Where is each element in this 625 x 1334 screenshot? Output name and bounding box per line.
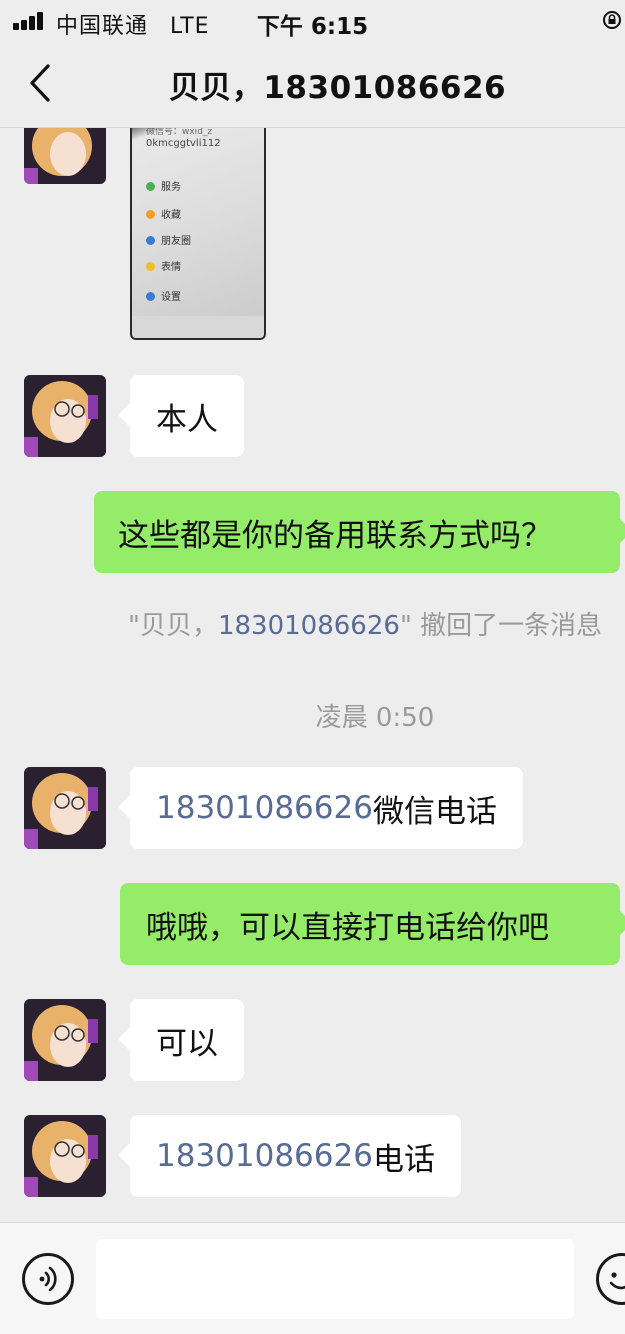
chat-timestamp: 凌晨 0:50 [315, 703, 435, 733]
voice-icon [39, 1266, 57, 1292]
chat-header: 贝贝，18301086626 [0, 40, 625, 128]
outgoing-message-bubble[interactable]: 哦哦，可以直接打电话给你吧 [120, 883, 625, 965]
input-bar [0, 1222, 625, 1334]
recall-name-link[interactable]: 18301086626 [218, 611, 400, 641]
contact-avatar[interactable] [24, 1115, 106, 1197]
message-input[interactable] [96, 1239, 574, 1319]
thumb-tab-bar [132, 316, 264, 338]
image-message-thumbnail[interactable]: 微信号：wxid_z 0kmcggtvli112 服务 收藏 朋友圈 表情 设置 [130, 128, 266, 340]
recall-suffix: 撤回了一条消息 [411, 611, 603, 641]
thumb-row-label: 服务 [161, 182, 181, 193]
thumb-row-label: 表情 [161, 262, 181, 273]
status-time: 下午 6:15 [256, 14, 369, 40]
recall-quote-close: " [399, 611, 412, 641]
incoming-message-bubble[interactable]: 18301086626 微信电话 [118, 767, 523, 849]
thumb-id-line: 微信号：wxid_z [146, 128, 213, 137]
message-text: 这些都是你的备用联系方式吗？ [118, 517, 552, 554]
recall-quote-open: "贝贝， [128, 611, 218, 641]
message-text: 可以 [156, 1025, 218, 1062]
message-text: 微信电话 [372, 793, 497, 830]
incoming-message-bubble[interactable]: 18301086626 电话 [118, 1115, 461, 1197]
thumb-id-line: 0kmcggtvli112 [146, 138, 221, 149]
thumb-row-label: 朋友圈 [161, 236, 191, 247]
thumb-row-label: 设置 [161, 292, 181, 303]
lock-rotation-icon [603, 11, 621, 29]
status-bar: 中国联通 LTE 下午 6:15 [0, 0, 625, 40]
contact-avatar[interactable] [24, 767, 106, 849]
phone-number-link[interactable]: 18301086626 [156, 790, 373, 826]
emoji-button[interactable] [596, 1253, 625, 1305]
contact-avatar[interactable] [24, 999, 106, 1081]
message-text: 本人 [156, 401, 218, 438]
chat-message-list[interactable]: 微信号：wxid_z 0kmcggtvli112 服务 收藏 朋友圈 表情 设置… [0, 128, 625, 1222]
recall-notice: "贝贝，18301086626" 撤回了一条消息 [128, 605, 602, 642]
contact-avatar[interactable] [24, 128, 106, 184]
message-text: 哦哦，可以直接打电话给你吧 [146, 909, 549, 946]
chat-title: 贝贝，18301086626 [168, 70, 507, 106]
incoming-message-bubble[interactable]: 可以 [118, 999, 244, 1081]
emoji-icon [609, 1272, 625, 1290]
message-text: 电话 [372, 1141, 435, 1178]
incoming-message-bubble[interactable]: 本人 [118, 375, 244, 457]
thumb-row-label: 收藏 [161, 210, 181, 221]
phone-number-link[interactable]: 18301086626 [156, 1138, 373, 1174]
outgoing-message-bubble[interactable]: 这些都是你的备用联系方式吗？ [94, 491, 625, 573]
contact-avatar[interactable] [24, 375, 106, 457]
voice-button[interactable] [22, 1253, 74, 1305]
